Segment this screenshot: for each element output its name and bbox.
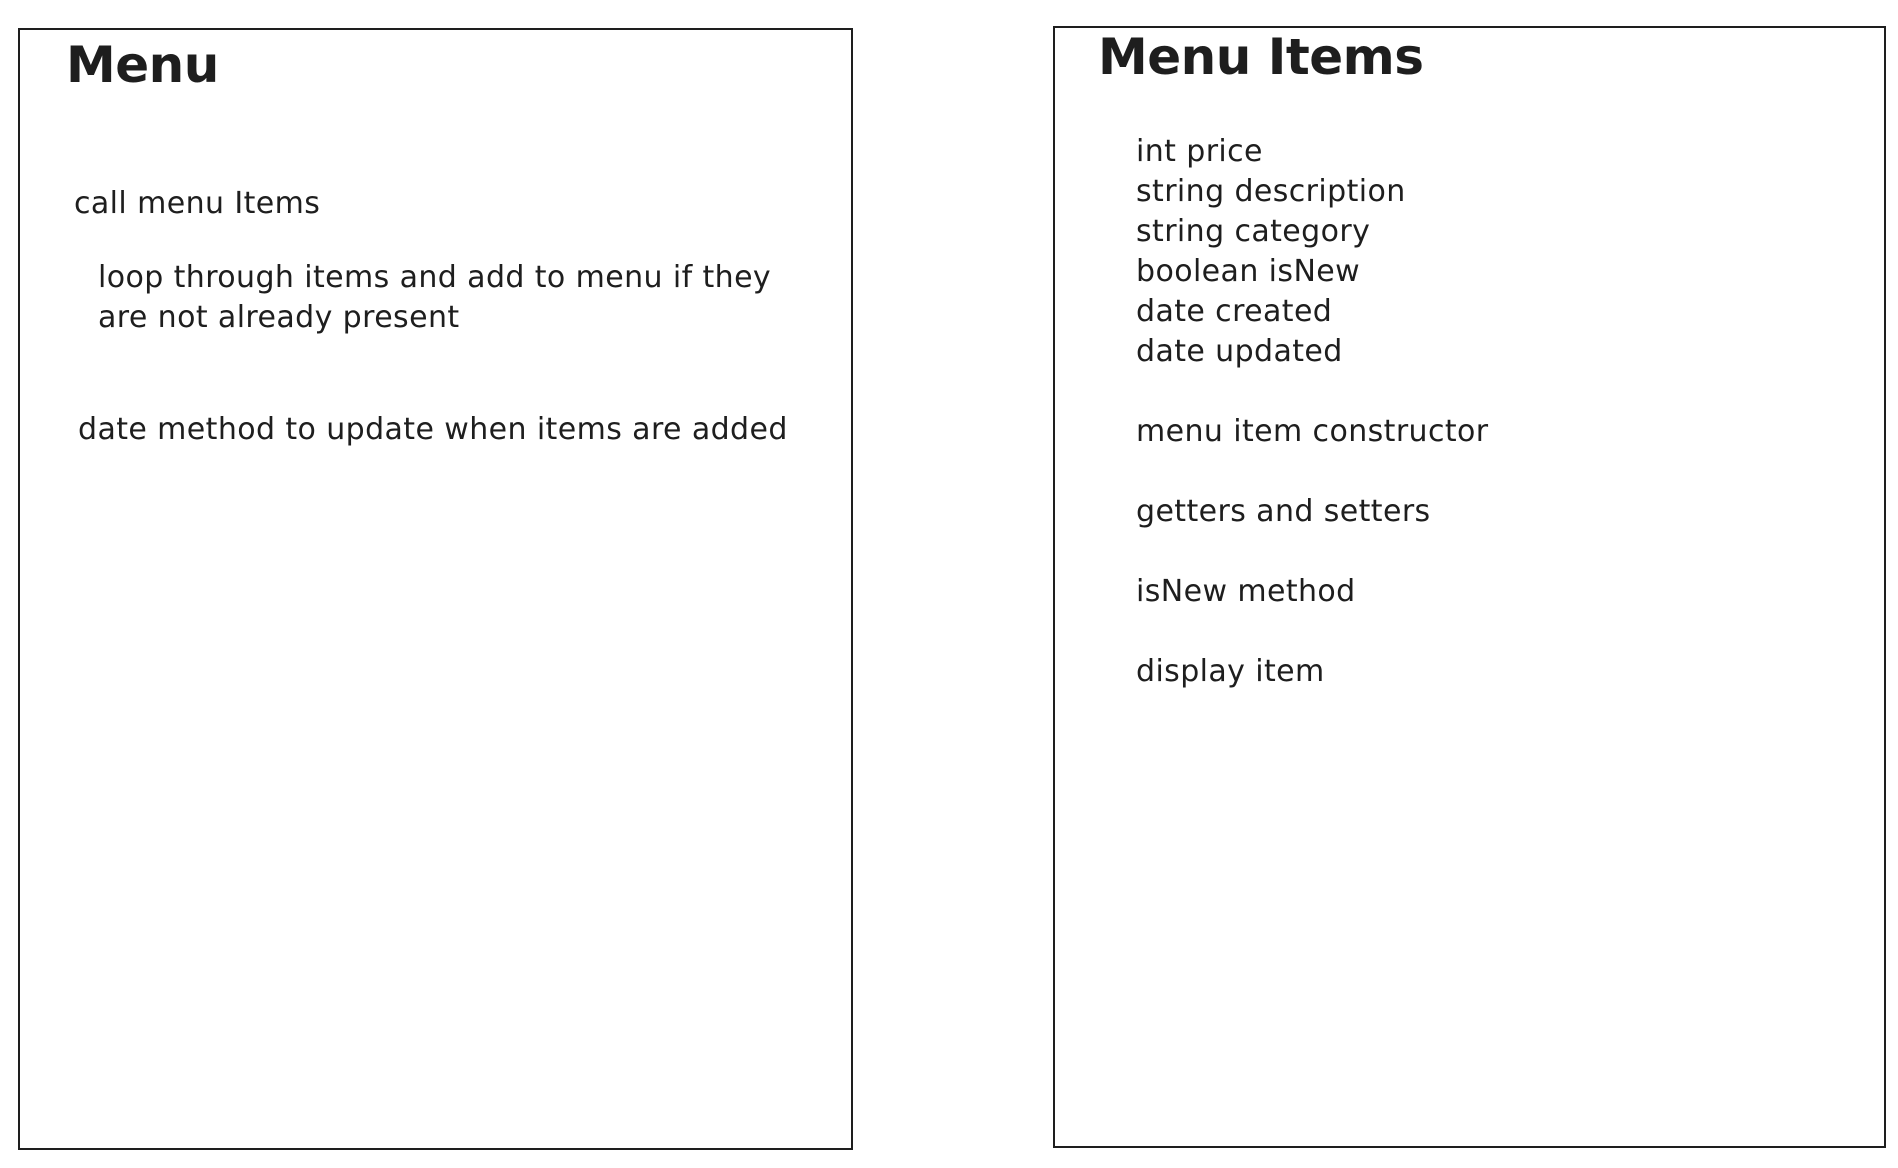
menu-title: Menu (66, 36, 219, 94)
field-item: boolean isNew (1136, 254, 1361, 289)
menu-note-loop-items: loop through items and add to menu if th… (98, 260, 772, 335)
field-item: string description (1136, 174, 1406, 209)
field-item: date updated (1136, 334, 1343, 369)
menu-items-title: Menu Items (1098, 28, 1424, 86)
menu-note-call-items: call menu Items (74, 186, 321, 221)
field-item: date created (1136, 294, 1333, 329)
menu-items-field-list: int price string description string cate… (1136, 132, 1406, 372)
method-display-item: display item (1136, 654, 1325, 689)
method-isnew: isNew method (1136, 574, 1356, 609)
field-item: int price (1136, 134, 1263, 169)
menu-note-date-method: date method to update when items are add… (78, 412, 788, 447)
method-getters-setters: getters and setters (1136, 494, 1431, 529)
method-constructor: menu item constructor (1136, 414, 1489, 449)
field-item: string category (1136, 214, 1371, 249)
